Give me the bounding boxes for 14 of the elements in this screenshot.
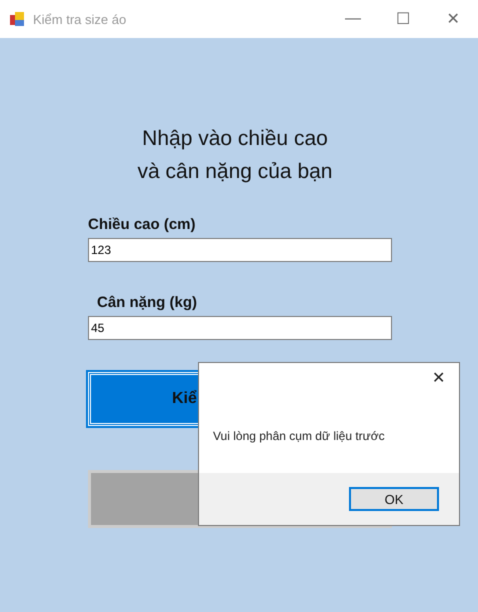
heading-line: Nhập vào chiều cao [142, 126, 328, 152]
minimize-button[interactable]: — [328, 10, 378, 28]
app-icon [9, 11, 25, 27]
input-field[interactable]: 45 [88, 316, 392, 340]
dialog-message: Vui lòng phân cụm dữ liệu trước [213, 429, 385, 443]
window-title: Kiểm tra size áo [33, 12, 128, 26]
close-button[interactable]: ✕ [428, 9, 478, 29]
heading-line: và cân nặng của bạn [138, 159, 332, 185]
input-field[interactable]: 123 [88, 238, 392, 262]
close-icon[interactable]: ✕ [432, 368, 445, 388]
field-label: Cân nặng (kg) [96, 294, 198, 312]
maximize-button[interactable]: ☐ [378, 9, 428, 29]
field-label: Chiều cao (cm) [88, 216, 197, 234]
ok-button[interactable]: OK [349, 487, 439, 511]
